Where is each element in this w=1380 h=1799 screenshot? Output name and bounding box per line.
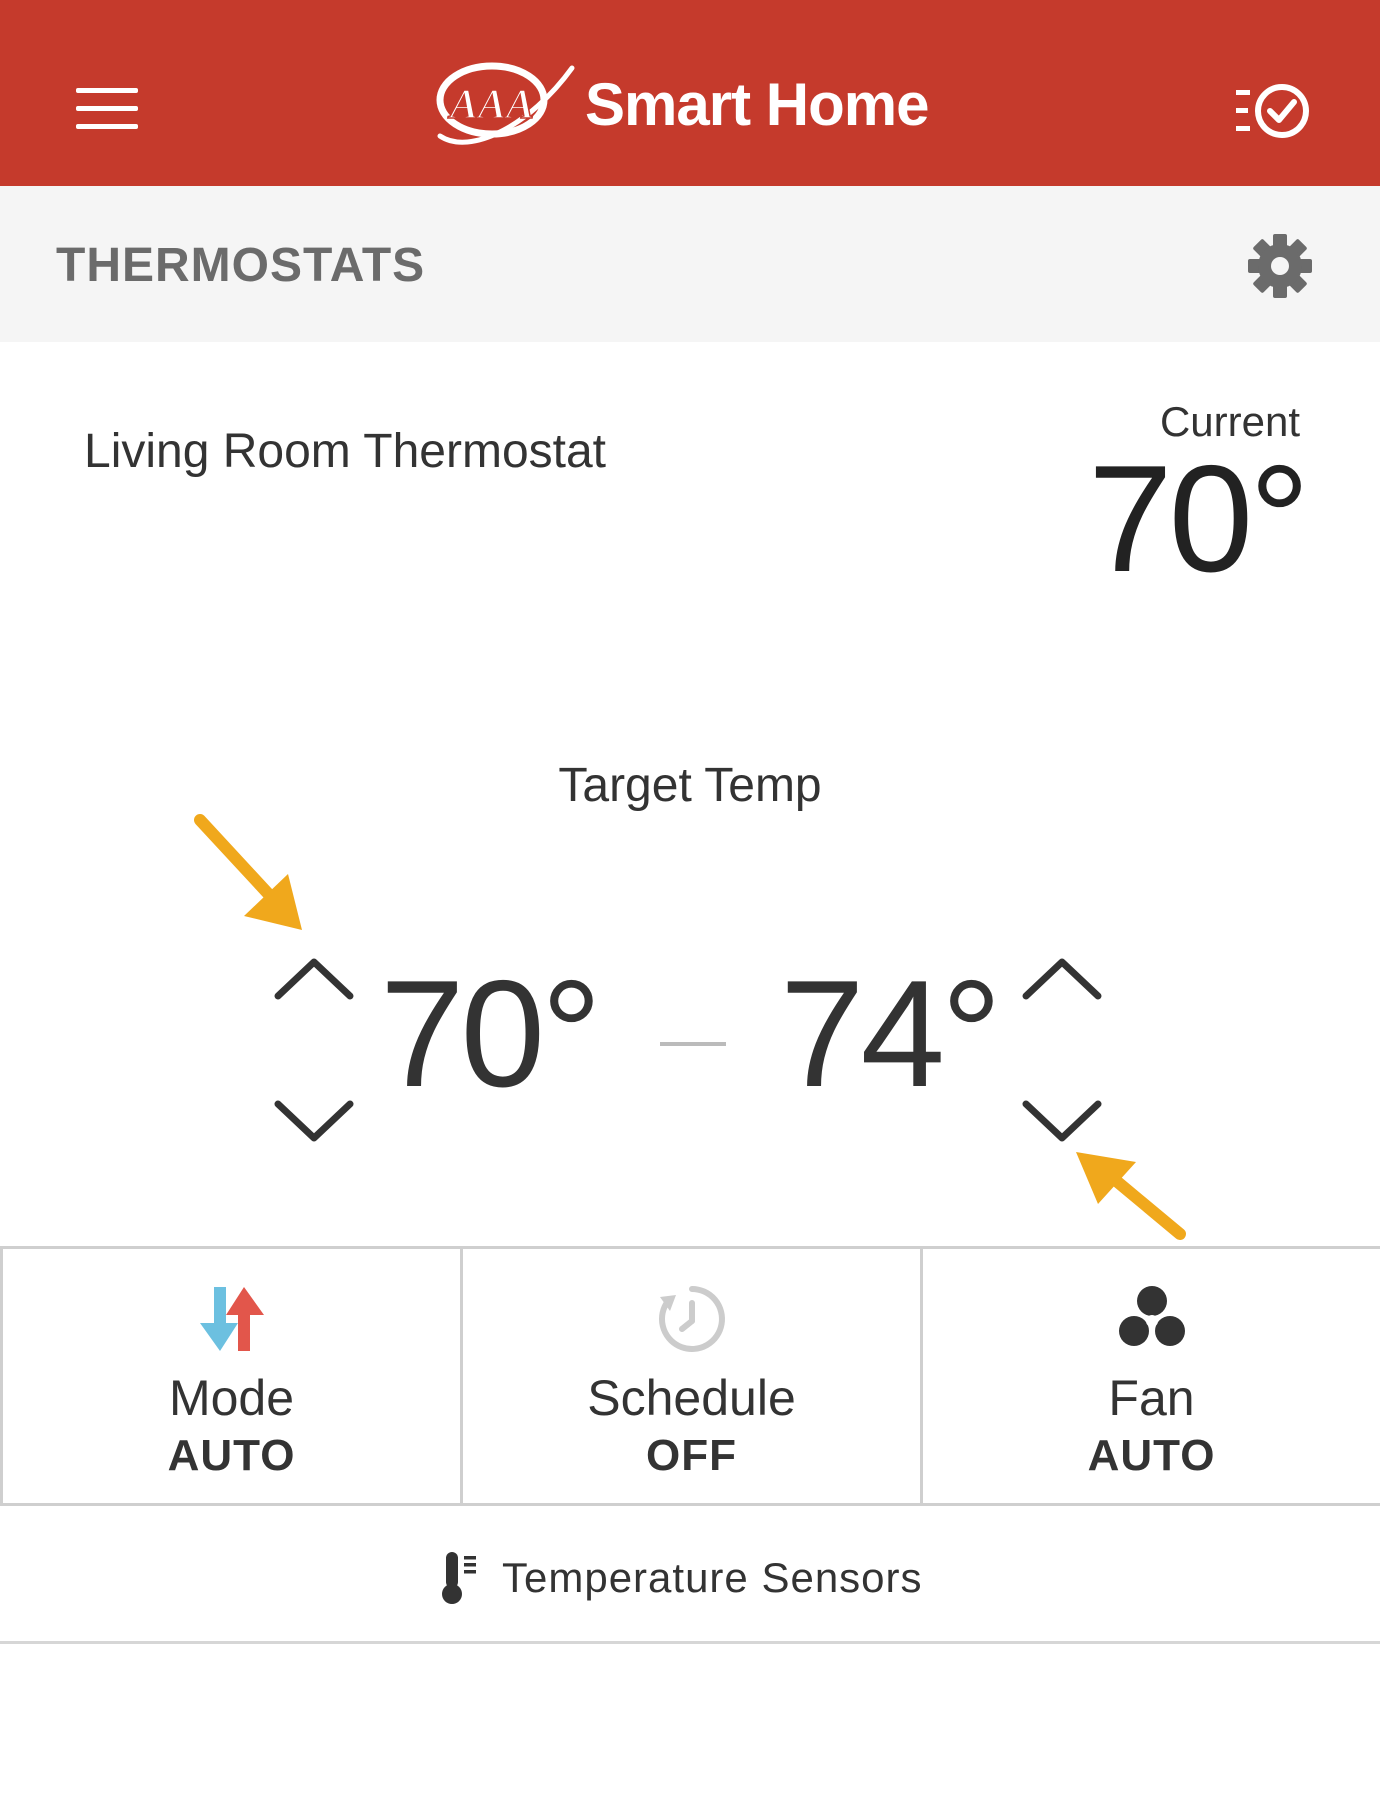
target-temp-label: Target Temp (558, 759, 822, 812)
hamburger-line (76, 106, 138, 111)
current-temp-value: 70° (1088, 434, 1310, 604)
fan-icon (1118, 1286, 1185, 1346)
annotation-arrow-icon (1076, 1152, 1186, 1240)
high-temp-down-button[interactable] (1018, 1090, 1106, 1150)
low-temp-up-button[interactable] (270, 950, 358, 1010)
temperature-sensors-link[interactable]: Temperature Sensors (0, 1506, 1380, 1644)
heat-cool-arrows-icon (199, 1287, 264, 1351)
controls-row: Mode AUTO Schedule OFF Fan AUTO (0, 1246, 1380, 1506)
logo-text: AAA (447, 82, 534, 128)
thermometer-icon (442, 1552, 476, 1604)
section-bar: THERMOSTATS (0, 186, 1380, 342)
hamburger-icon (76, 88, 138, 93)
gear-icon (1248, 234, 1312, 298)
schedule-control[interactable]: Schedule OFF (460, 1249, 920, 1503)
app-header: AAA Smart Home (0, 0, 1380, 186)
range-separator (660, 1042, 726, 1046)
mode-control[interactable]: Mode AUTO (0, 1249, 460, 1503)
low-temp-down-button[interactable] (270, 1090, 358, 1150)
chevron-down-icon (274, 1100, 354, 1142)
tasks-button[interactable] (1230, 74, 1320, 150)
fan-control[interactable]: Fan AUTO (920, 1249, 1380, 1503)
chevron-down-icon (1022, 1100, 1102, 1142)
brand-title: Smart Home (585, 71, 929, 138)
menu-button[interactable] (60, 70, 150, 150)
mode-label: Mode (168, 1370, 295, 1426)
high-setpoint: 74° (780, 949, 1002, 1119)
hamburger-line (76, 124, 138, 129)
aaa-logo: AAA (436, 62, 575, 145)
settings-button[interactable] (1244, 230, 1316, 302)
section-title: THERMOSTATS (56, 239, 426, 292)
clock-icon (658, 1286, 725, 1352)
low-setpoint: 70° (380, 949, 602, 1119)
schedule-value: OFF (646, 1431, 737, 1480)
checklist-icon (1236, 84, 1309, 138)
mode-value: AUTO (167, 1431, 296, 1480)
schedule-label: Schedule (587, 1370, 796, 1426)
fan-label: Fan (1108, 1370, 1195, 1426)
annotation-arrow-icon (194, 814, 302, 930)
temperature-sensors-label: Temperature Sensors (502, 1554, 923, 1601)
brand: AAA Smart Home (420, 56, 980, 156)
high-temp-up-button[interactable] (1018, 950, 1106, 1010)
fan-value: AUTO (1087, 1431, 1216, 1480)
chevron-up-icon (1022, 958, 1102, 1000)
chevron-up-icon (274, 958, 354, 1000)
device-name: Living Room Thermostat (84, 425, 606, 478)
